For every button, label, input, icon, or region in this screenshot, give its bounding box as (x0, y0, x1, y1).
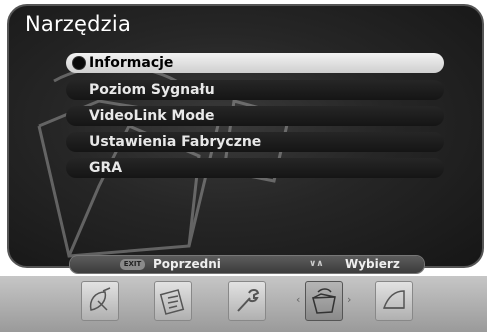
exit-key-badge: EXIT (120, 259, 145, 270)
chevron-right-icon: › (347, 293, 352, 306)
chevron-left-icon: ‹ (296, 293, 301, 306)
tool-button-toolbox[interactable] (305, 281, 343, 321)
menu-item-label: Informacje (89, 55, 174, 71)
selected-bullet-icon (72, 56, 86, 70)
tool-button-settings[interactable] (154, 281, 192, 321)
menu-item-informacje[interactable]: Informacje (66, 53, 444, 73)
back-label: Poprzedni (153, 257, 221, 271)
menu-item-label: Poziom Sygnału (89, 82, 215, 98)
wrench-icon (237, 289, 260, 312)
page-title: Narzędzia (25, 12, 132, 36)
menu-item-videolink-mode[interactable]: VideoLink Mode (66, 106, 444, 126)
menu-item-gra[interactable]: GRA (66, 158, 444, 178)
tool-button-book[interactable] (375, 281, 413, 321)
help-bar: EXIT Poprzedni ∨∧ Wybierz (70, 256, 424, 273)
settings-icon (159, 289, 185, 315)
menu-item-label: GRA (89, 160, 123, 176)
menu-screen: Narzędzia Informacje Poziom Sygnału Vide… (7, 4, 484, 268)
menu-item-poziom-sygnalu[interactable]: Poziom Sygnału (66, 80, 444, 100)
tool-button-wrench[interactable] (228, 281, 266, 321)
select-label: Wybierz (345, 257, 400, 271)
menu-item-label: VideoLink Mode (89, 108, 215, 124)
tool-icon-bar: ‹ › (0, 276, 487, 332)
menu-item-label: Ustawienia Fabryczne (89, 134, 262, 150)
book-icon (382, 290, 405, 309)
menu-item-ustawienia-fabryczne[interactable]: Ustawienia Fabryczne (66, 132, 444, 152)
tool-button-satellite[interactable] (81, 281, 119, 321)
satellite-dish-icon (89, 287, 111, 311)
toolbox-icon (312, 288, 336, 314)
up-down-arrows-icon: ∨∧ (309, 259, 324, 269)
